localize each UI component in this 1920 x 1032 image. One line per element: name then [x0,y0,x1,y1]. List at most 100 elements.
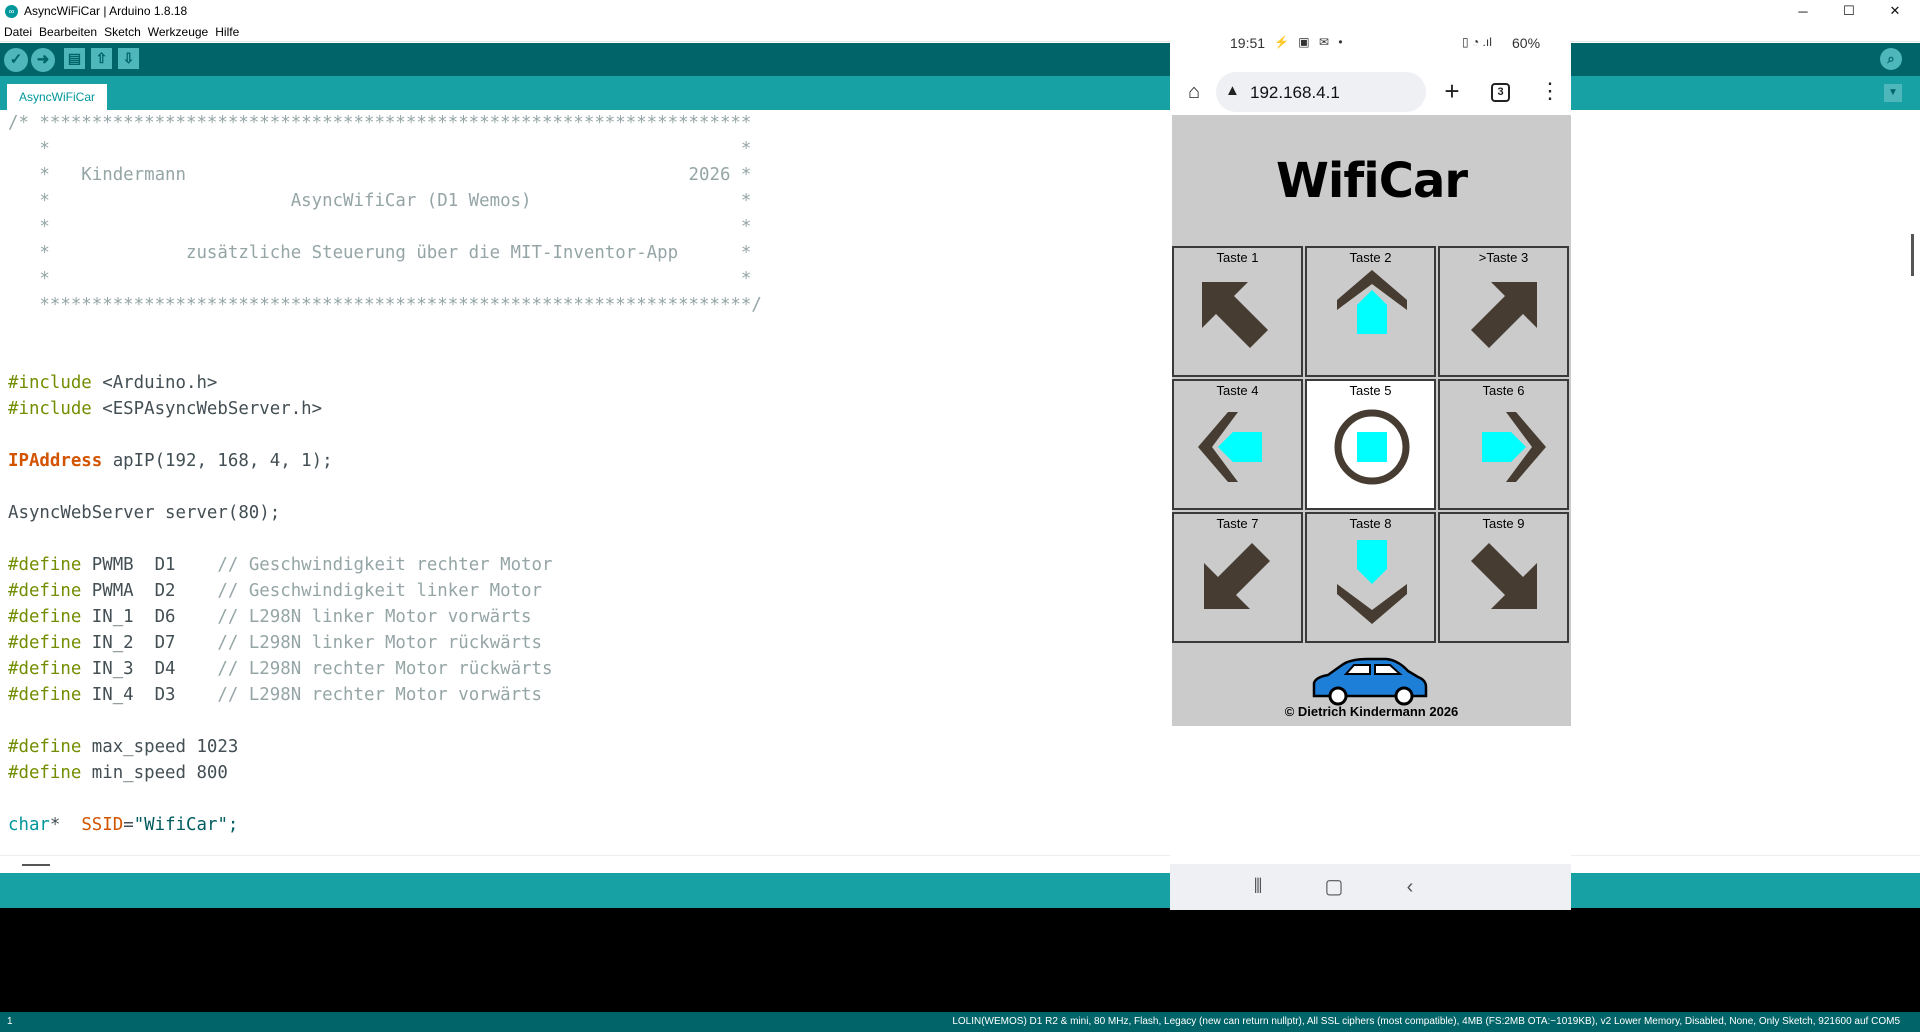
taste-4-button[interactable]: Taste 4 [1172,379,1303,510]
taste-1-button[interactable]: Taste 1 [1172,246,1303,377]
arrow-down-left-icon [1204,543,1270,609]
phone-time: 19:51 [1230,35,1266,51]
tab-bar: AsyncWiFiCar ▼ [0,76,1920,110]
notification-icons: ⚡ ▣ ✉ • [1274,35,1346,49]
home-icon: ⌂ [1187,81,1201,103]
code-line[interactable]: IPAddress apIP(192, 168, 4, 1); [8,448,762,474]
taste-2-button[interactable]: Taste 2 [1305,246,1436,377]
new-sketch-button[interactable]: ▤ [64,48,85,69]
code-line[interactable]: #define IN_1 D6 // L298N linker Motor vo… [8,604,762,630]
verify-button[interactable]: ✓ [4,48,28,72]
code-line[interactable]: #include <Arduino.h> [8,370,762,396]
code-line[interactable]: ****************************************… [8,292,761,318]
code-line[interactable] [8,422,762,448]
tab-menu-button[interactable]: ▼ [1884,84,1902,102]
arrow-up-right-icon [1471,282,1537,348]
code-text[interactable]: /* *************************************… [8,110,762,838]
code-line[interactable]: #define IN_2 D7 // L298N linker Motor rü… [8,630,762,656]
toolbar: ✓ ➜ ▤ ⇧ ⇩ ⌕ [0,43,1920,76]
recent-apps-button[interactable]: ⦀ [1244,874,1272,900]
code-line[interactable]: #define max_speed 1023 [8,734,762,760]
code-line[interactable]: /* *************************************… [8,110,762,136]
arrow-up-icon [1337,270,1407,334]
browser-toolbar: ⌂ ▲ 192.168.4.1 + 3 ⋮ [1170,66,1571,122]
code-line[interactable] [8,708,762,734]
code-line[interactable] [8,474,762,500]
browser-menu-button[interactable]: ⋮ [1539,78,1561,106]
code-line[interactable] [8,344,762,370]
upload-button[interactable]: ➜ [31,48,55,72]
back-chevron-icon: ‹ [1406,876,1414,898]
menu-bar: Datei Bearbeiten Sketch Werkzeuge Hilfe [0,22,1920,42]
scroll-thumb[interactable] [1911,234,1914,276]
tab-asyncwificar[interactable]: AsyncWiFiCar [7,84,107,110]
arrow-left-icon [1198,412,1262,482]
code-editor[interactable]: /* *************************************… [0,110,1920,855]
wificar-footer: © Dietrich Kindermann 2026 [1172,647,1571,726]
code-line[interactable]: #define min_speed 800 [8,760,762,786]
home-square-icon: ▢ [1324,876,1344,898]
editor-vertical-scrollbar[interactable] [1906,110,1920,855]
maximize-button[interactable]: ☐ [1826,0,1872,22]
editor-horizontal-scrollbar[interactable] [0,855,1920,873]
taste-6-button[interactable]: Taste 6 [1438,379,1569,510]
code-line[interactable]: * * [8,214,762,240]
menu-bearbeiten[interactable]: Bearbeiten [39,25,97,39]
taste-5-button[interactable]: Taste 5 [1305,379,1436,510]
menu-sketch[interactable]: Sketch [104,25,141,39]
message-area [0,873,1920,908]
menu-werkzeuge[interactable]: Werkzeuge [148,25,208,39]
code-line[interactable]: #define PWMA D2 // Geschwindigkeit linke… [8,578,762,604]
home-nav-button[interactable]: ▢ [1320,874,1348,900]
serial-monitor-button[interactable]: ⌕ [1880,48,1902,70]
window-title: AsyncWiFiCar | Arduino 1.8.18 [24,4,188,18]
new-tab-button[interactable]: + [1440,78,1464,106]
code-line[interactable]: #define IN_4 D3 // L298N rechter Motor v… [8,682,762,708]
plus-icon: + [1444,76,1460,106]
code-line[interactable]: char* SSID="WifiCar"; [8,812,762,838]
code-line[interactable] [8,318,762,344]
control-grid: Taste 1 Taste 2 >Taste 3 Taste 4 Taste 5… [1172,246,1571,647]
minimize-button[interactable]: ─ [1780,0,1826,22]
stop-icon [1334,409,1410,485]
chevron-down-icon: ▼ [1888,87,1898,98]
open-sketch-button[interactable]: ⇧ [91,48,112,69]
code-line[interactable]: * Kindermann 2026 * [8,162,762,188]
tab-switcher-button[interactable]: 3 [1491,83,1510,102]
url-text[interactable]: 192.168.4.1 [1250,83,1340,103]
close-button[interactable]: ✕ [1872,0,1918,22]
taste-7-button[interactable]: Taste 7 [1172,512,1303,643]
code-line[interactable]: * * [8,136,762,162]
taste-3-button[interactable]: >Taste 3 [1438,246,1569,377]
code-line[interactable]: AsyncWebServer server(80); [8,500,762,526]
code-line[interactable] [8,526,762,552]
arrow-right-icon: ➜ [36,51,50,68]
wificar-webpage: WifiCar Taste 1 Taste 2 >Taste 3 Taste 4… [1172,115,1571,726]
more-vertical-icon: ⋮ [1539,78,1561,103]
arduino-app-icon: ∞ [5,4,18,18]
code-line[interactable]: * AsyncWifiCar (D1 Wemos) * [8,188,762,214]
code-line[interactable]: * * [8,266,762,292]
save-sketch-button[interactable]: ⇩ [118,48,139,69]
scroll-thumb[interactable] [22,864,50,866]
code-line[interactable]: #define PWMB D1 // Geschwindigkeit recht… [8,552,762,578]
url-bar[interactable]: ▲ 192.168.4.1 [1216,72,1426,112]
phone-screen: 19:51 ⚡ ▣ ✉ • ▯ ◔ .ıl 60% ⌂ ▲ 192.168.4.… [1170,22,1571,910]
browser-home-button[interactable]: ⌂ [1182,80,1206,104]
arrow-down-icon [1337,540,1407,624]
arrow-down-right-icon [1471,543,1537,609]
menu-hilfe[interactable]: Hilfe [215,25,239,39]
warning-icon: ▲ [1225,82,1240,99]
back-button[interactable]: ‹ [1396,874,1424,900]
taste-9-button[interactable]: Taste 9 [1438,512,1569,643]
wificar-header: WifiCar [1172,115,1571,246]
recent-apps-icon: ⦀ [1253,876,1263,898]
code-line[interactable]: #define IN_3 D4 // L298N rechter Motor r… [8,656,762,682]
window-titlebar: ∞ AsyncWiFiCar | Arduino 1.8.18 ─ ☐ ✕ [0,0,1920,22]
taste-8-button[interactable]: Taste 8 [1305,512,1436,643]
new-file-icon: ▤ [67,50,82,66]
code-line[interactable]: * zusätzliche Steuerung über die MIT-Inv… [8,240,762,266]
code-line[interactable]: #include <ESPAsyncWebServer.h> [8,396,762,422]
code-line[interactable] [8,786,762,812]
menu-datei[interactable]: Datei [4,25,32,39]
